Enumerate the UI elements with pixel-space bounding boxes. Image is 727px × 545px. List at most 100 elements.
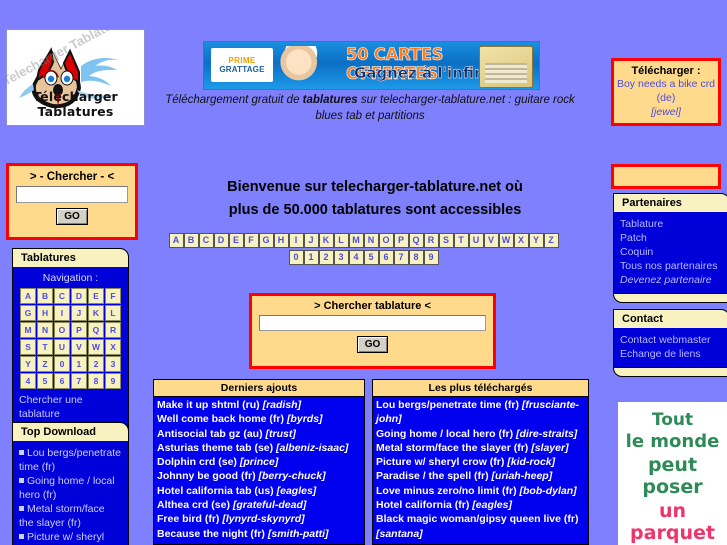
alpha-nav-letter[interactable]: R	[423, 233, 439, 248]
grid-cell[interactable]: B	[37, 288, 53, 304]
grid-cell[interactable]: H	[37, 305, 53, 321]
grid-cell[interactable]: C	[53, 288, 70, 304]
grid-cell[interactable]: E	[87, 288, 105, 304]
alpha-nav-letter[interactable]: U	[468, 233, 484, 248]
table-row[interactable]: Hotel california (fr) [eagles]	[376, 498, 585, 512]
sidebar-item-tous-partenaires[interactable]: Tous nos partenaires	[620, 259, 723, 273]
alpha-nav-letter[interactable]: W	[498, 233, 514, 248]
alpha-nav-letter[interactable]: A	[168, 233, 184, 248]
alpha-nav-letter[interactable]: K	[318, 233, 334, 248]
table-row[interactable]: Make it up shtml (ru) [radish]	[157, 398, 361, 412]
alpha-nav-digit[interactable]: 0	[288, 250, 304, 265]
download-box-song[interactable]: Boy needs a bike crd	[614, 77, 718, 91]
table-row[interactable]: Paradise / the spell (fr) [uriah-heep]	[376, 469, 585, 483]
alpha-nav-letter[interactable]: V	[483, 233, 499, 248]
grid-cell[interactable]: L	[105, 305, 121, 321]
table-row[interactable]: Metal storm/face the slayer (fr) [slayer…	[376, 441, 585, 455]
grid-cell[interactable]: S	[20, 339, 37, 355]
alpha-nav-letter[interactable]: I	[288, 233, 304, 248]
table-row[interactable]: Well come back home (fr) [byrds]	[157, 412, 361, 426]
alpha-nav-letter[interactable]: G	[258, 233, 274, 248]
table-row[interactable]: Going home / local hero (fr) [dire-strai…	[376, 427, 585, 441]
sidebar-item-tablature[interactable]: Tablature	[620, 217, 723, 231]
download-box-artist[interactable]: [jewel]	[614, 105, 718, 119]
left-search-go-button[interactable]: GO	[56, 208, 88, 225]
table-row[interactable]: Althea crd (se) [grateful-dead]	[157, 498, 361, 512]
alpha-nav-letter[interactable]: F	[243, 233, 259, 248]
grid-cell[interactable]: 1	[70, 356, 87, 372]
sidebar-item-devenez-partenaire[interactable]: Devenez partenaire	[620, 273, 723, 287]
alpha-nav-letter[interactable]: C	[198, 233, 214, 248]
grid-cell[interactable]: 4	[20, 373, 37, 389]
grid-cell[interactable]: D	[70, 288, 87, 304]
grid-cell[interactable]: W	[87, 339, 105, 355]
table-row[interactable]: Hotel california tab (us) [eagles]	[157, 484, 361, 498]
alpha-nav-letter[interactable]: E	[228, 233, 244, 248]
grid-cell[interactable]: V	[70, 339, 87, 355]
table-row[interactable]: Black magic woman/gipsy queen live (fr) …	[376, 512, 585, 541]
grid-cell[interactable]: 8	[87, 373, 105, 389]
alpha-nav-letter[interactable]: X	[513, 233, 529, 248]
sidebar-item-coquin[interactable]: Coquin	[620, 245, 723, 259]
grid-cell[interactable]: 6	[53, 373, 70, 389]
bottom-right-ad[interactable]: Tout le monde peut poser un parquet flot…	[618, 402, 727, 545]
list-item[interactable]: Going home / local hero (fr)	[19, 474, 122, 502]
table-row[interactable]: Johnny be good (fr) [berry-chuck]	[157, 469, 361, 483]
table-row[interactable]: Asturias theme tab (se) [albeniz-isaac]	[157, 441, 361, 455]
alpha-nav-letter[interactable]: Z	[543, 233, 559, 248]
alpha-nav-digit[interactable]: 1	[303, 250, 319, 265]
alpha-nav-letter[interactable]: T	[453, 233, 469, 248]
alpha-nav-letter[interactable]: P	[393, 233, 409, 248]
grid-cell[interactable]: A	[20, 288, 37, 304]
alpha-nav-letter[interactable]: O	[378, 233, 394, 248]
grid-cell[interactable]: 0	[53, 356, 70, 372]
grid-cell[interactable]: T	[37, 339, 53, 355]
sidebar-item-echange-liens[interactable]: Echange de liens	[620, 347, 723, 361]
grid-cell[interactable]: R	[105, 322, 121, 338]
grid-cell[interactable]: G	[20, 305, 37, 321]
alpha-nav-digit[interactable]: 3	[333, 250, 349, 265]
download-box[interactable]: Télécharger : Boy needs a bike crd (de) …	[611, 58, 721, 126]
list-item[interactable]: Metal storm/face the slayer (fr)	[19, 502, 122, 530]
grid-cell[interactable]: K	[87, 305, 105, 321]
right-empty-box[interactable]	[611, 164, 721, 189]
alpha-nav-digit[interactable]: 2	[318, 250, 334, 265]
alpha-nav-letter[interactable]: L	[333, 233, 349, 248]
grid-cell[interactable]: 2	[87, 356, 105, 372]
sidebar-item-patch[interactable]: Patch	[620, 231, 723, 245]
grid-cell[interactable]: 3	[105, 356, 121, 372]
list-item[interactable]: Picture w/ sheryl	[19, 530, 122, 544]
grid-cell[interactable]: N	[37, 322, 53, 338]
center-search-go-button[interactable]: GO	[356, 336, 389, 353]
left-search-input[interactable]	[16, 186, 128, 203]
list-item[interactable]: Lou bergs/penetrate time (fr)	[19, 446, 122, 474]
table-row[interactable]: Because the night (fr) [smith-patti]	[157, 527, 361, 541]
grid-cell[interactable]: F	[105, 288, 121, 304]
alpha-nav-digit[interactable]: 5	[363, 250, 379, 265]
grid-cell[interactable]: J	[70, 305, 87, 321]
grid-cell[interactable]: Q	[87, 322, 105, 338]
alpha-nav-digit[interactable]: 4	[348, 250, 364, 265]
alpha-nav-letter[interactable]: M	[348, 233, 364, 248]
alpha-nav-digit[interactable]: 9	[423, 250, 439, 265]
alpha-nav-digit[interactable]: 7	[393, 250, 409, 265]
grid-cell[interactable]: M	[20, 322, 37, 338]
alpha-nav-letter[interactable]: Q	[408, 233, 424, 248]
table-row[interactable]: Antisocial tab gz (au) [trust]	[157, 427, 361, 441]
alpha-nav-letter[interactable]: H	[273, 233, 289, 248]
alpha-nav-digit[interactable]: 6	[378, 250, 394, 265]
grid-cell[interactable]: Y	[20, 356, 37, 372]
site-logo[interactable]: Telecharger Tablatures Télécharger Tabla…	[6, 29, 145, 126]
grid-cell[interactable]: I	[53, 305, 70, 321]
grid-cell[interactable]: P	[70, 322, 87, 338]
alpha-nav-letter[interactable]: S	[438, 233, 454, 248]
grid-cell[interactable]: O	[53, 322, 70, 338]
sidebar-item-contact-webmaster[interactable]: Contact webmaster	[620, 333, 723, 347]
grid-cell[interactable]: 9	[105, 373, 121, 389]
grid-cell[interactable]: 7	[70, 373, 87, 389]
alpha-nav-letter[interactable]: Y	[528, 233, 544, 248]
table-row[interactable]: Picture w/ sheryl crow (fr) [kid-rock]	[376, 455, 585, 469]
table-row[interactable]: Free bird (fr) [lynyrd-skynyrd]	[157, 512, 361, 526]
table-row[interactable]: Dolphin crd (se) [prince]	[157, 455, 361, 469]
grid-cell[interactable]: X	[105, 339, 121, 355]
